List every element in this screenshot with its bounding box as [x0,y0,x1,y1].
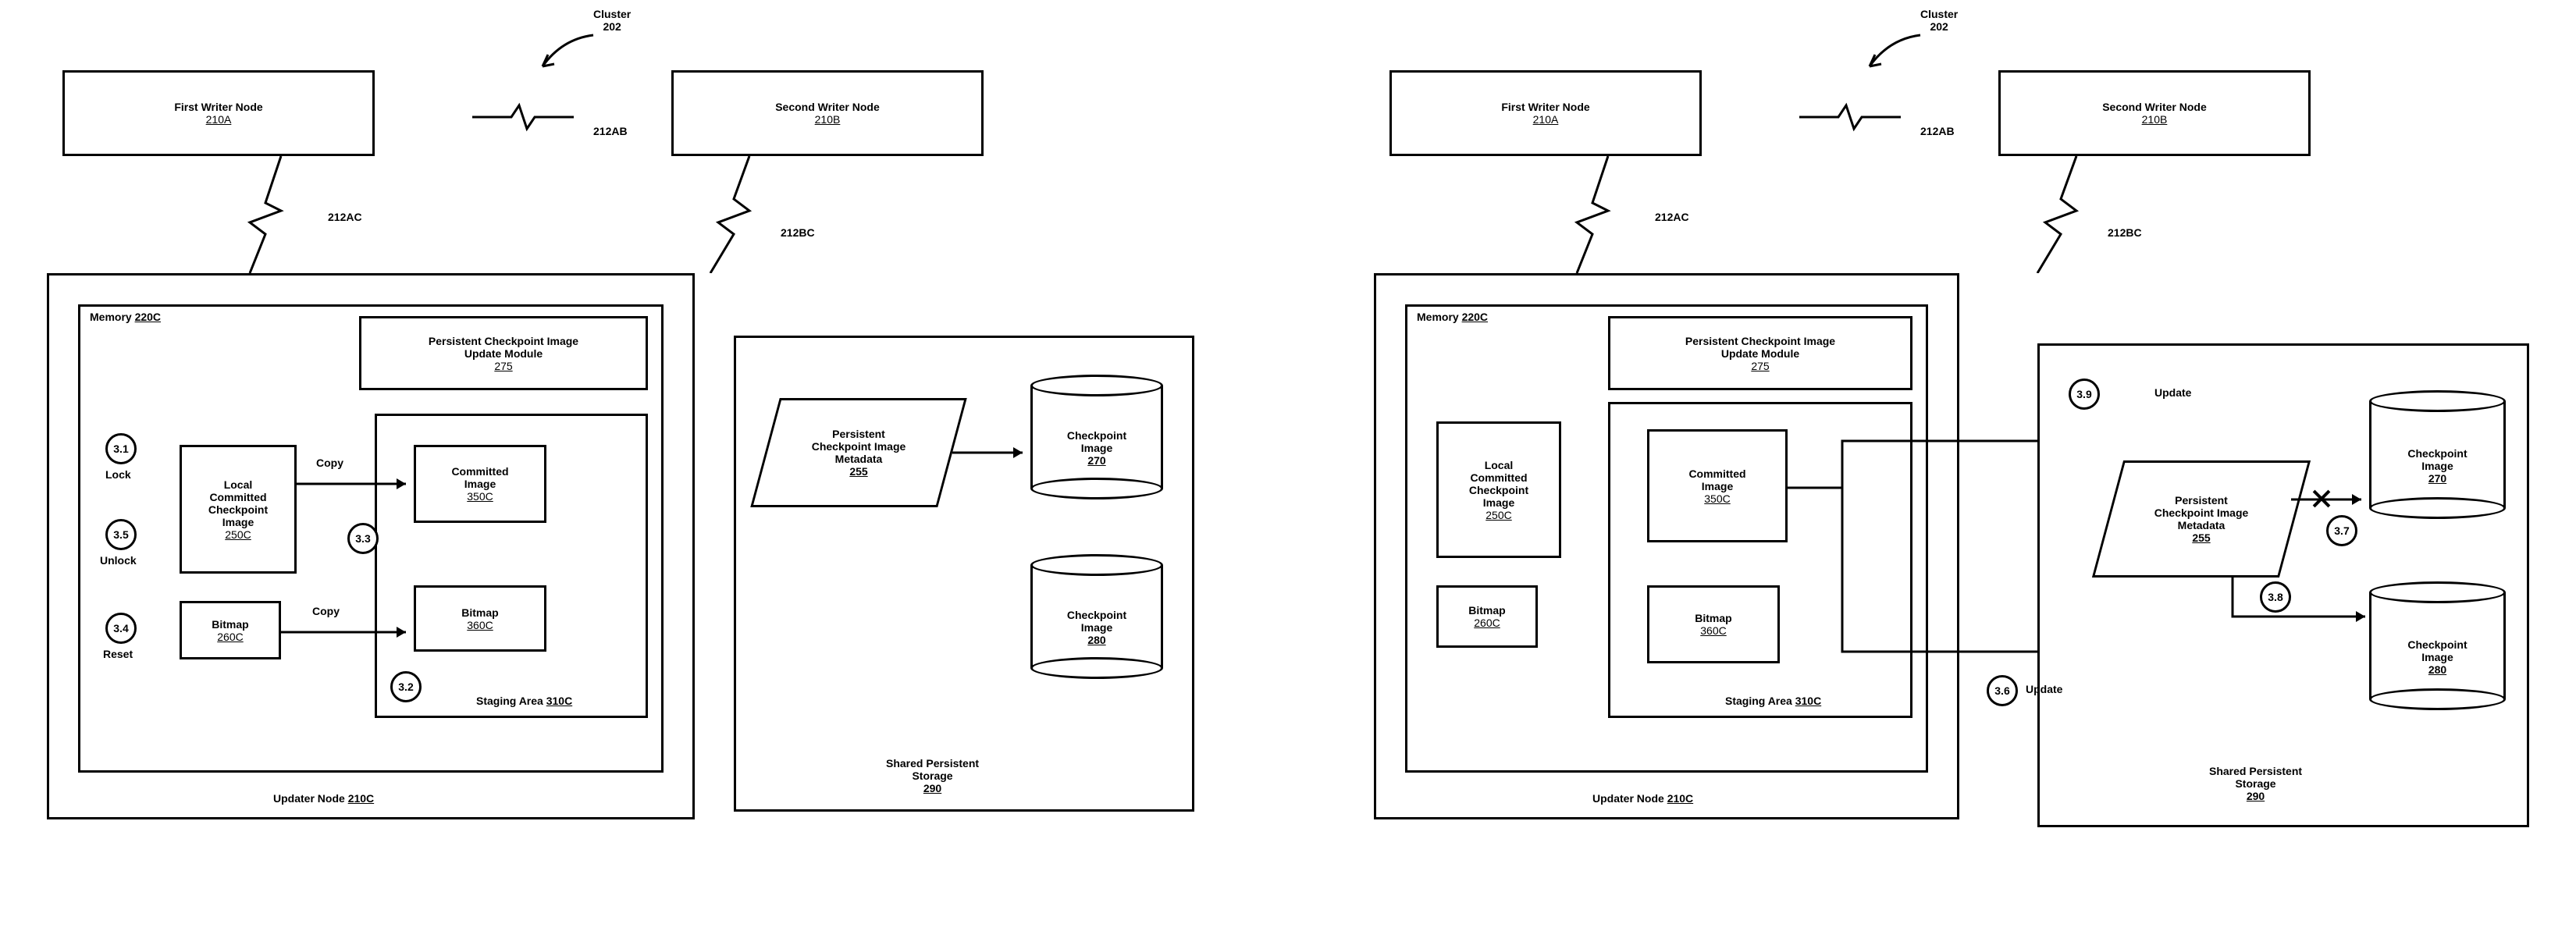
update-label-2: Update [2026,683,2062,695]
step-3-2: 3.2 [390,671,422,702]
copy-label-2: Copy [312,605,340,617]
memory-label-r: Memory 220C [1417,311,1488,323]
step-3-1-label: Lock [105,468,131,481]
update-label-1: Update [2154,386,2191,399]
bitmap-360c: Bitmap 360C [414,585,546,652]
second-writer-node: Second Writer Node 210B [671,70,984,156]
link-ab-icon-r [1799,101,1901,133]
link-ac-icon [234,156,328,273]
second-writer-node-r: Second Writer Node 210B [1998,70,2311,156]
update-module: Persistent Checkpoint Image Update Modul… [359,316,648,390]
metadata-parallelogram-r: Persistent Checkpoint Image Metadata 255 [2108,460,2295,578]
link-bc-icon [671,156,781,273]
checkpoint-270-r: CheckpointImage270 [2369,390,2506,519]
checkpoint-270: CheckpointImage270 [1030,375,1163,499]
cluster-label: Cluster202 [593,8,631,33]
step-3-4-label: Reset [103,648,133,660]
bitmap-360c-r: Bitmap 360C [1647,585,1780,663]
link-ab-label: 212AB [593,125,628,137]
step-3-5: 3.5 [105,519,137,550]
step-3-1: 3.1 [105,433,137,464]
link-bc-icon-r [1998,156,2108,273]
update-module-r: Persistent Checkpoint Image Update Modul… [1608,316,1912,390]
copy-arrow-2 [281,624,414,640]
metadata-arrow [952,445,1030,460]
diagram-left: Cluster202 First Writer Node 210A Second… [31,8,1241,929]
bitmap-260c: Bitmap 260C [180,601,281,659]
copy-arrow-1 [297,476,414,492]
step-3-4: 3.4 [105,613,137,644]
cross-icon [2311,488,2332,510]
cluster-label-r: Cluster202 [1920,8,1958,33]
committed-image: Committed Image 350C [414,445,546,523]
link-bc-label-r: 212BC [2108,226,2142,239]
checkpoint-280: CheckpointImage280 [1030,554,1163,679]
staging-area-label-r: Staging Area 310C [1725,695,1821,707]
step-3-9: 3.9 [2069,379,2100,410]
cluster-arrow-icon [531,31,601,78]
metadata-to-280-r [2217,578,2373,648]
link-ab-label-r: 212AB [1920,125,1955,137]
link-ac-label: 212AC [328,211,362,223]
step-3-3: 3.3 [347,523,379,554]
link-bc-label: 212BC [781,226,815,239]
step-3-8: 3.8 [2260,581,2291,613]
committed-image-r: Committed Image 350C [1647,429,1788,542]
first-writer-node-r: First Writer Node 210A [1389,70,1702,156]
local-checkpoint-image: Local Committed Checkpoint Image 250C [180,445,297,574]
checkpoint-280-r: CheckpointImage280 [2369,581,2506,710]
updater-node-label: Updater Node 210C [273,792,374,805]
metadata-parallelogram: Persistent Checkpoint Image Metadata 255 [765,398,952,507]
bitmap-260c-r: Bitmap 260C [1436,585,1538,648]
shared-storage-label: Shared PersistentStorage290 [886,757,979,794]
staging-area-label: Staging Area 310C [476,695,572,707]
diagram-right: Cluster202 First Writer Node 210A Second… [1358,8,2568,929]
local-checkpoint-image-r: Local Committed Checkpoint Image 250C [1436,421,1561,558]
memory-label: Memory 220C [90,311,161,323]
shared-storage-label-r: Shared PersistentStorage290 [2209,765,2302,802]
link-ac-icon-r [1561,156,1655,273]
link-ab-icon [472,101,574,133]
step-3-5-label: Unlock [100,554,137,567]
link-ac-label-r: 212AC [1655,211,1689,223]
first-writer-node: First Writer Node 210A [62,70,375,156]
step-3-6: 3.6 [1987,675,2018,706]
step-3-7: 3.7 [2326,515,2357,546]
copy-label-1: Copy [316,457,343,469]
cluster-arrow-icon-r [1858,31,1928,78]
updater-node-label-r: Updater Node 210C [1592,792,1693,805]
